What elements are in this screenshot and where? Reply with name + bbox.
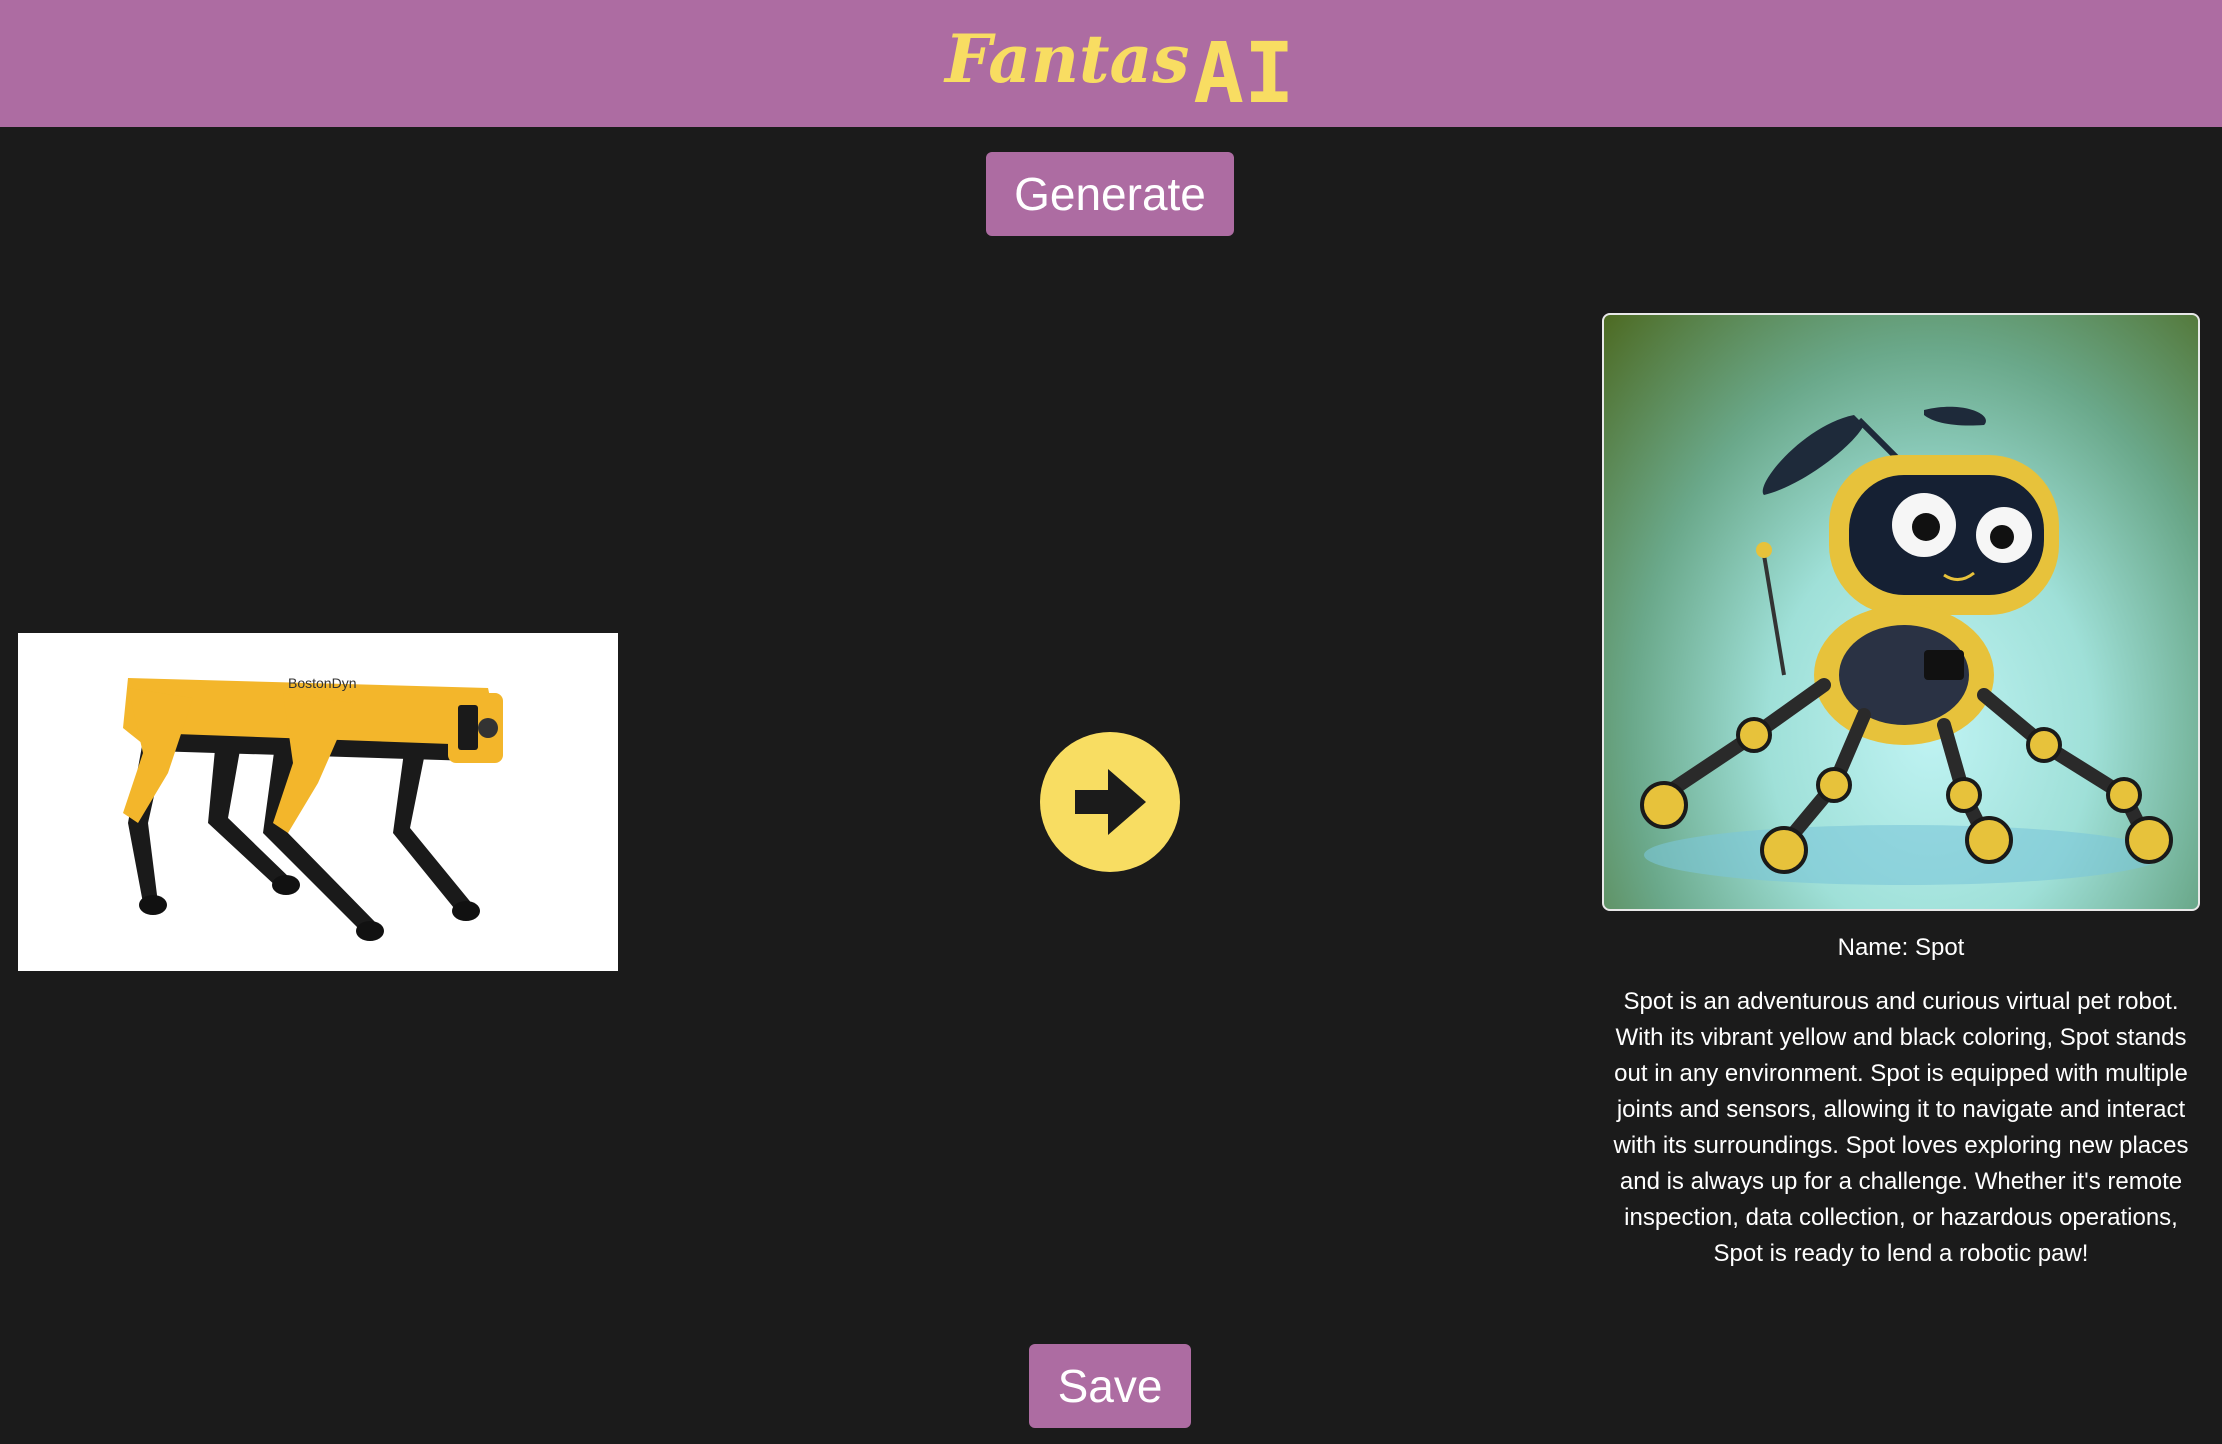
arrow-right-circle-icon [1040,732,1180,872]
logo-script-text: Fantas [945,20,1190,98]
pet-description: Spot is an adventurous and curious virtu… [1613,988,2189,1267]
generated-pet-image [1602,313,2200,911]
save-button[interactable]: Save [1029,1344,1191,1428]
generate-button[interactable]: Generate [986,152,1234,236]
app-header: Fantas AI [0,0,2222,127]
pet-name-label: Name: Spot [1837,934,1965,961]
input-robot-image: BostonDyn [18,633,618,971]
logo-ai-text: AI [1193,24,1295,122]
input-brand-text: BostonDyn [288,675,356,691]
cartoon-robot-pet-icon [1640,406,2173,885]
quadruped-robot-dog-icon: BostonDyn [123,675,503,941]
app-logo: Fantas AI [945,8,1295,118]
